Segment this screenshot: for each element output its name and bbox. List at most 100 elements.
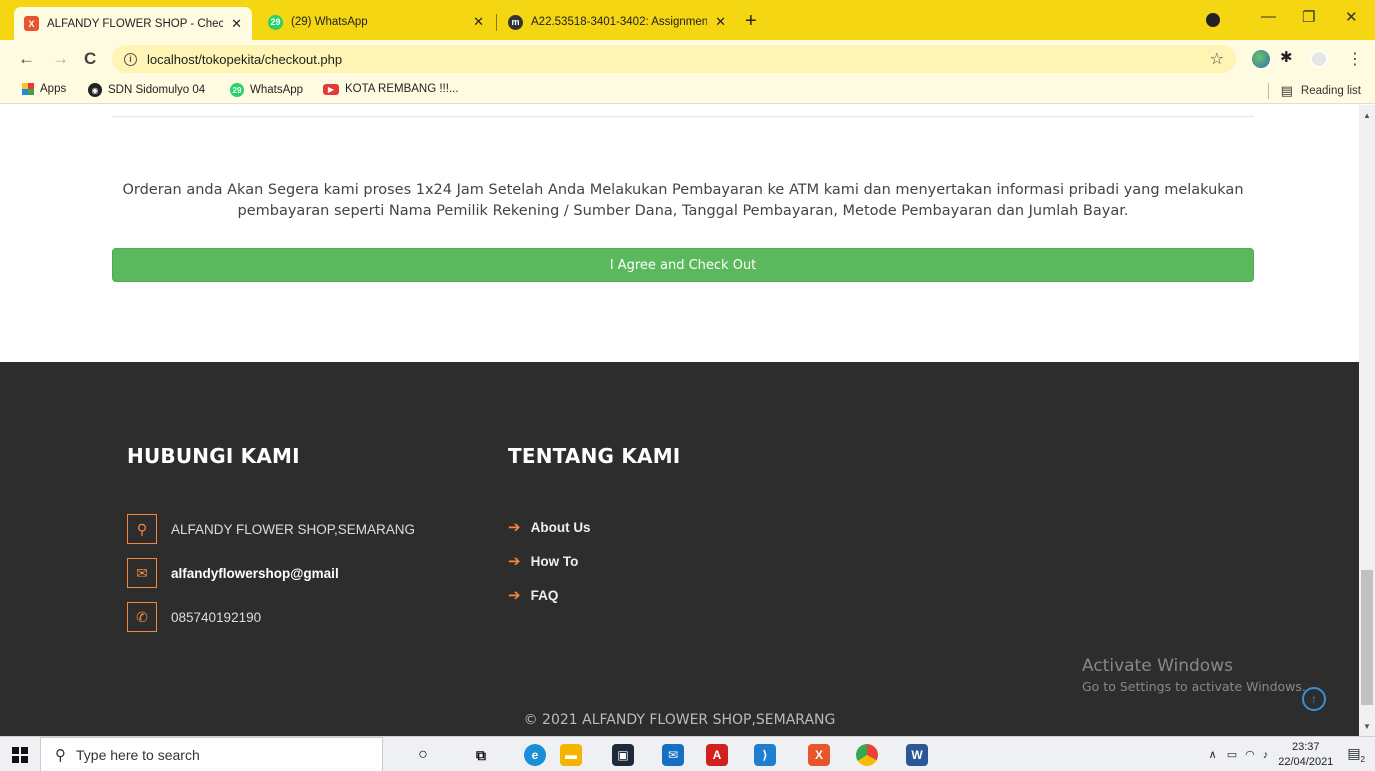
battery-icon[interactable]: ▭ [1227,748,1237,761]
reading-list-icon: ▤ [1280,83,1293,98]
apps-grid-icon [22,83,34,95]
tab-divider [496,14,497,31]
bookmark-star-icon[interactable]: ☆ [1210,49,1224,69]
xampp-favicon-icon: X [24,16,39,31]
site-info-icon[interactable]: i [124,52,137,66]
location-pin-icon: ⚲ [127,514,157,544]
page-content: Orderan anda Akan Segera kami proses 1x2… [0,105,1359,736]
reading-list[interactable]: ▤ Reading list [1267,83,1361,99]
order-notice: Orderan anda Akan Segera kami proses 1x2… [122,182,1244,219]
contact-phone: ✆ 085740192190 [127,602,261,632]
file-explorer-icon[interactable]: ▬ [560,744,582,766]
bookmark-sdn-sidomulyo[interactable]: ◉ SDN Sidomulyo 04 [88,83,205,97]
minimize-icon[interactable]: — [1261,8,1276,25]
reload-icon[interactable]: C [84,49,96,69]
link-label: FAQ [530,587,559,603]
bookmark-kota-rembang[interactable]: ▶ KOTA REMBANG !!!... [323,83,459,95]
divider [112,116,1254,117]
divider [1267,83,1269,99]
tab-title: A22.53518-3401-3402: Assignment [531,16,708,28]
notifications-icon[interactable]: ▤2 [1347,745,1365,764]
site-footer: HUBUNGI KAMI TENTANG KAMI ⚲ ALFANDY FLOW… [0,362,1359,736]
copyright-text: © 2021 ALFANDY FLOWER SHOP,SEMARANG [523,712,836,728]
store-icon[interactable]: ▣ [612,744,634,766]
browser-tab-bar: X ALFANDY FLOWER SHOP - Checkout ✕ 29 (2… [0,0,1375,40]
notification-count: 2 [1360,754,1365,764]
watermark-subtitle: Go to Settings to activate Windows. [1082,679,1306,694]
chrome-icon[interactable] [856,744,878,766]
page-scrollbar[interactable]: ▲ ▼ [1359,105,1375,736]
bookmark-apps[interactable]: Apps [22,83,66,95]
tab-checkout[interactable]: X ALFANDY FLOWER SHOP - Checkout ✕ [14,7,252,40]
whatsapp-favicon-icon: 29 [268,14,283,30]
arrow-right-icon: ➔ [508,587,521,604]
taskbar-search[interactable]: ⚲ Type here to search [40,737,383,771]
link-how-to[interactable]: ➔ How To [508,552,578,570]
link-label: About Us [530,519,591,535]
browser-toolbar: ← → C i localhost/tokopekita/checkout.ph… [0,40,1375,78]
scroll-down-icon[interactable]: ▼ [1363,722,1371,731]
forward-icon[interactable]: → [52,49,69,69]
url-text: localhost/tokopekita/checkout.php [147,51,343,67]
task-view-icon[interactable]: ⧉ [470,744,492,766]
wifi-icon[interactable]: ◠ [1245,748,1255,761]
bookmark-label: WhatsApp [250,84,304,96]
acrobat-icon[interactable]: A [706,744,728,766]
extension-globe-icon[interactable] [1252,50,1270,68]
scrollbar-thumb[interactable] [1361,570,1373,705]
bookmark-label: SDN Sidomulyo 04 [108,84,206,96]
link-about-us[interactable]: ➔ About Us [508,518,591,536]
close-window-icon[interactable]: ✕ [1345,8,1358,26]
tab-assignment[interactable]: m A22.53518-3401-3402: Assignment ✕ [498,7,736,37]
agree-checkout-button[interactable]: I Agree and Check Out [112,248,1254,282]
close-tab-icon[interactable]: ✕ [231,16,242,32]
new-tab-icon[interactable]: + [745,10,757,33]
extensions-puzzle-icon[interactable]: ✱ [1280,48,1298,66]
search-icon: ⚲ [55,746,66,764]
tab-title: ALFANDY FLOWER SHOP - Checkout [47,17,224,30]
clock-date: 22/04/2021 [1278,755,1334,768]
mail-icon[interactable]: ✉ [662,744,684,766]
scroll-up-icon[interactable]: ▲ [1363,111,1371,120]
arrow-right-icon: ➔ [508,553,521,570]
cortana-icon[interactable]: ○ [412,744,434,766]
bookmark-label: KOTA REMBANG !!!... [345,83,459,95]
bookmarks-bar: Apps ◉ SDN Sidomulyo 04 29 WhatsApp ▶ KO… [0,78,1375,104]
contact-text: 085740192190 [171,609,262,625]
bookmark-whatsapp[interactable]: 29 WhatsApp [230,83,303,97]
about-heading: TENTANG KAMI [508,444,681,468]
scroll-to-top-icon[interactable]: ↑ [1302,687,1326,711]
link-label: How To [530,553,579,569]
whatsapp-icon: 29 [230,83,244,97]
volume-icon[interactable]: ♪ [1263,749,1269,761]
contact-text: alfandyflowershop@gmail [171,565,339,581]
address-bar[interactable]: i localhost/tokopekita/checkout.php ☆ [112,45,1236,73]
vscode-icon[interactable]: ⟩ [754,744,776,766]
envelope-icon: ✉ [127,558,157,588]
close-tab-icon[interactable]: ✕ [473,14,484,30]
clock-time: 23:37 [1292,740,1320,753]
clock[interactable]: 23:37 22/04/2021 [1278,740,1333,770]
phone-icon: ✆ [127,602,157,632]
profile-dot-icon[interactable] [1206,13,1220,27]
windows-start-icon[interactable] [12,747,28,763]
word-icon[interactable]: W [906,744,928,766]
close-tab-icon[interactable]: ✕ [715,14,726,30]
restore-icon[interactable]: ❐ [1302,8,1315,26]
tab-title: (29) WhatsApp [291,16,368,28]
back-icon[interactable]: ← [18,49,35,69]
contact-email: ✉ alfandyflowershop@gmail [127,558,339,588]
menu-dots-icon[interactable]: ⋮ [1347,49,1363,69]
tray-expand-icon[interactable]: ∧ [1209,748,1217,761]
profile-avatar-icon[interactable] [1310,50,1328,68]
contact-heading: HUBUNGI KAMI [127,444,300,468]
youtube-icon: ▶ [323,83,339,95]
xampp-icon[interactable]: X [808,744,830,766]
tab-whatsapp[interactable]: 29 (29) WhatsApp ✕ [258,7,494,37]
system-tray: ∧ ▭ ◠ ♪ 23:37 22/04/2021 ▤2 [1209,737,1375,771]
contact-text: ALFANDY FLOWER SHOP,SEMARANG [171,521,416,537]
link-faq[interactable]: ➔ FAQ [508,586,558,604]
watermark-title: Activate Windows [1082,656,1233,676]
windows-taskbar: ⚲ Type here to search ○ ⧉ e ▬ ▣ ✉ A ⟩ X … [0,736,1375,771]
edge-icon[interactable]: e [524,744,546,766]
